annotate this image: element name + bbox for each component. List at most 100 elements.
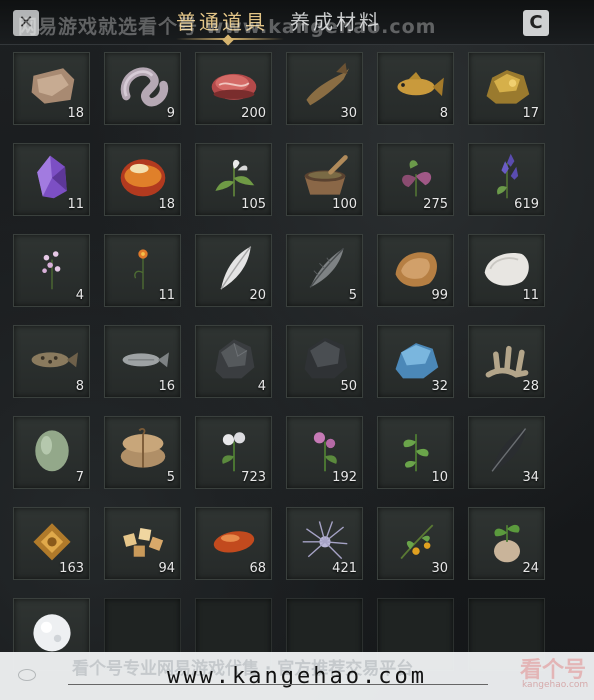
golden-ornament-icon bbox=[33, 523, 71, 561]
blue-crystal-icon bbox=[395, 343, 439, 379]
red-jade-stone-icon bbox=[120, 159, 166, 197]
footer-url[interactable]: www.kangehao.com bbox=[0, 664, 594, 689]
inventory-slot[interactable]: 18 bbox=[104, 143, 181, 216]
dried-fish-icon bbox=[306, 62, 350, 106]
item-count: 50 bbox=[340, 379, 357, 394]
inventory-slot[interactable]: 16 bbox=[104, 325, 181, 398]
inventory-slot[interactable]: 68 bbox=[195, 507, 272, 580]
brown-fur-icon bbox=[395, 252, 437, 287]
grey-fish-icon bbox=[122, 352, 169, 368]
lavender-icon bbox=[497, 153, 519, 199]
inventory-slot[interactable]: 50 bbox=[286, 325, 363, 398]
inventory-slot[interactable]: 421 bbox=[286, 507, 363, 580]
inventory-slot[interactable]: 30 bbox=[286, 52, 363, 125]
item-count: 30 bbox=[340, 106, 357, 121]
item-count: 94 bbox=[158, 561, 175, 576]
inventory-slot[interactable]: 4 bbox=[195, 325, 272, 398]
inventory-slot[interactable]: 10 bbox=[377, 416, 454, 489]
inventory-slot[interactable]: 100 bbox=[286, 143, 363, 216]
tied-bag-icon bbox=[120, 427, 166, 468]
inventory-slot[interactable]: 619 bbox=[468, 143, 545, 216]
leather-scrap-icon bbox=[31, 68, 75, 104]
fruit-branch-icon bbox=[400, 524, 434, 560]
black-feather-icon bbox=[491, 428, 527, 472]
item-count: 7 bbox=[75, 470, 84, 485]
inventory-slot[interactable]: 30 bbox=[377, 507, 454, 580]
white-feather-icon bbox=[220, 246, 252, 290]
item-count: 18 bbox=[67, 106, 84, 121]
item-count: 20 bbox=[249, 288, 266, 303]
raw-meat-icon bbox=[211, 73, 257, 100]
item-count: 9 bbox=[166, 106, 175, 121]
item-count: 30 bbox=[431, 561, 448, 576]
inventory-slot[interactable]: 200 bbox=[195, 52, 272, 125]
item-count: 163 bbox=[59, 561, 84, 576]
item-count: 5 bbox=[166, 470, 175, 485]
black-ore-icon bbox=[215, 339, 255, 379]
inventory-slot[interactable]: 163 bbox=[13, 507, 90, 580]
item-count: 99 bbox=[431, 288, 448, 303]
white-flowers-icon bbox=[222, 432, 246, 472]
inventory-slot[interactable]: 192 bbox=[286, 416, 363, 489]
orange-flower-icon bbox=[134, 249, 148, 290]
spider-lily-icon bbox=[302, 521, 348, 560]
inventory-slot[interactable]: 11 bbox=[468, 234, 545, 307]
item-count: 11 bbox=[522, 288, 539, 303]
item-count: 105 bbox=[241, 197, 266, 212]
inventory-slot[interactable]: 32 bbox=[377, 325, 454, 398]
inventory-slot[interactable]: 11 bbox=[104, 234, 181, 307]
item-count: 18 bbox=[158, 197, 175, 212]
footer-logo-sub: kangehao.com bbox=[522, 680, 589, 690]
inventory-slot[interactable]: 7 bbox=[13, 416, 90, 489]
inventory-slot[interactable]: 275 bbox=[377, 143, 454, 216]
item-count: 34 bbox=[522, 470, 539, 485]
purple-crystal-icon bbox=[37, 155, 67, 199]
footer-ornament-icon bbox=[18, 669, 36, 681]
tangled-intestine-icon bbox=[120, 67, 169, 107]
coral-bone-icon bbox=[485, 345, 529, 378]
inventory-slot[interactable]: 28 bbox=[468, 325, 545, 398]
snowball-icon bbox=[33, 614, 71, 652]
pink-flowers-icon bbox=[313, 432, 337, 472]
inventory-slot[interactable]: 723 bbox=[195, 416, 272, 489]
item-count: 17 bbox=[522, 106, 539, 121]
item-count: 16 bbox=[158, 379, 175, 394]
inventory-slot[interactable]: 8 bbox=[13, 325, 90, 398]
item-count: 275 bbox=[423, 197, 448, 212]
item-count: 619 bbox=[514, 197, 539, 212]
item-count: 24 bbox=[522, 561, 539, 576]
red-bean-icon bbox=[213, 531, 255, 553]
inventory-slot[interactable]: 20 bbox=[195, 234, 272, 307]
white-herb-icon bbox=[215, 159, 255, 197]
sprouting-bulb-icon bbox=[494, 524, 520, 563]
white-fur-icon bbox=[484, 253, 529, 286]
item-count: 421 bbox=[332, 561, 357, 576]
inventory-slot[interactable]: 11 bbox=[13, 143, 90, 216]
item-count: 11 bbox=[158, 288, 175, 303]
item-count: 10 bbox=[431, 470, 448, 485]
inventory-slot[interactable]: 94 bbox=[104, 507, 181, 580]
inventory-slot[interactable]: 9 bbox=[104, 52, 181, 125]
item-count: 723 bbox=[241, 470, 266, 485]
green-gourd-icon bbox=[35, 430, 69, 472]
candy-pieces-icon bbox=[123, 527, 164, 557]
item-count: 100 bbox=[332, 197, 357, 212]
inventory-slot[interactable]: 8 bbox=[377, 52, 454, 125]
inventory-slot[interactable]: 18 bbox=[13, 52, 90, 125]
item-count: 28 bbox=[522, 379, 539, 394]
grey-feather-icon bbox=[309, 247, 345, 288]
green-herb-icon bbox=[403, 434, 429, 472]
inventory-slot[interactable]: 105 bbox=[195, 143, 272, 216]
inventory-slot[interactable]: 17 bbox=[468, 52, 545, 125]
item-count: 68 bbox=[249, 561, 266, 576]
inventory-slot[interactable]: 5 bbox=[104, 416, 181, 489]
inventory-slot[interactable]: 5 bbox=[286, 234, 363, 307]
inventory-slot[interactable]: 4 bbox=[13, 234, 90, 307]
inventory-slot[interactable]: 34 bbox=[468, 416, 545, 489]
purple-flower-icon bbox=[402, 160, 432, 197]
inventory-slot[interactable]: 24 bbox=[468, 507, 545, 580]
item-count: 5 bbox=[348, 288, 357, 303]
golden-carp-icon bbox=[397, 72, 444, 97]
inventory-slot[interactable]: 99 bbox=[377, 234, 454, 307]
item-count: 32 bbox=[431, 379, 448, 394]
